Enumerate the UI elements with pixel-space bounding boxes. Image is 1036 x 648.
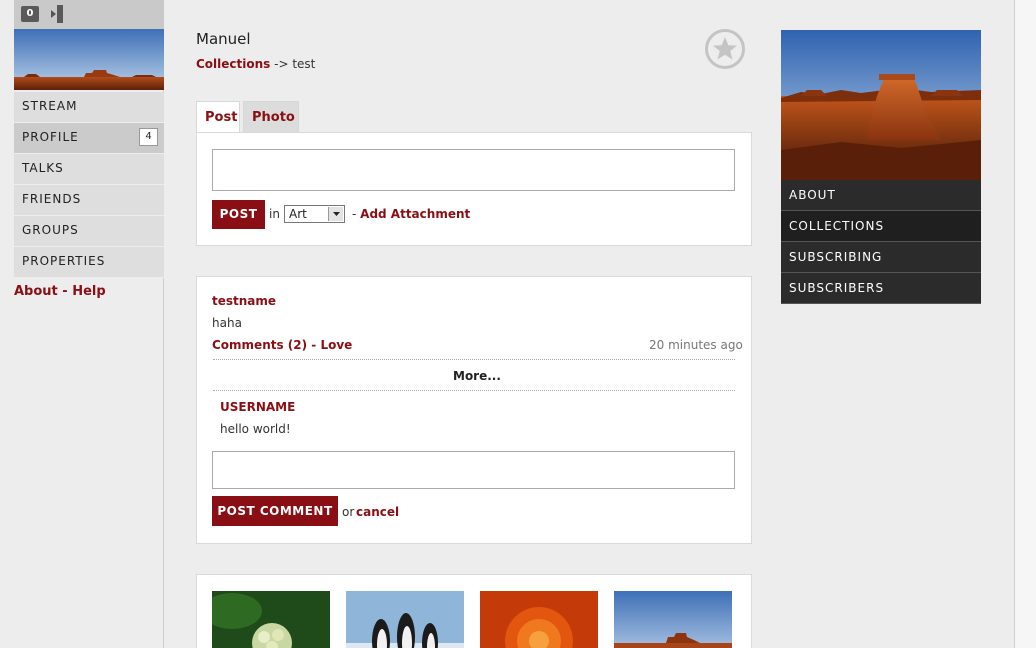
notification-count-badge[interactable]: 0 <box>21 6 39 22</box>
nav-item-label: GROUPS <box>22 223 79 237</box>
breadcrumb-arrow: -> <box>270 57 293 71</box>
breadcrumb: Collections -> test <box>196 57 315 71</box>
chevron-down-icon <box>328 207 343 221</box>
nav-item-friends[interactable]: FRIENDS <box>14 185 164 216</box>
gallery-thumbnail[interactable] <box>480 591 598 648</box>
top-status-bar: 0 <box>14 0 164 29</box>
category-selected-value: Art <box>289 207 307 221</box>
post-button[interactable]: POST <box>212 200 265 229</box>
compose-card: POST in Art - Add Attachment <box>196 132 752 246</box>
add-attachment-group: - Add Attachment <box>352 207 470 221</box>
nav-item-label: PROPERTIES <box>22 254 106 268</box>
nav-item-label: STREAM <box>22 99 78 113</box>
gallery-thumbnail[interactable] <box>614 591 732 648</box>
gallery-thumbnail[interactable] <box>346 591 464 648</box>
footer-links: About - Help <box>14 284 106 299</box>
nav-item-collections[interactable]: COLLECTIONS <box>781 211 981 242</box>
post-body: haha <box>212 316 242 330</box>
nav-item-about[interactable]: ABOUT <box>781 180 981 211</box>
left-sidebar: 0 STREAM PROFILE 4 TALKS FRIENDS GROUPS … <box>0 0 164 648</box>
profile-thumbnail[interactable] <box>14 29 164 90</box>
comments-link[interactable]: Comments (2) <box>212 338 307 352</box>
in-label: in <box>269 207 280 221</box>
chrysanthemum-image <box>480 591 598 648</box>
page-title: Manuel <box>196 30 251 48</box>
post-actions: Comments (2) - Love <box>212 338 352 352</box>
profile-count-badge: 4 <box>139 128 158 146</box>
nav-item-groups[interactable]: GROUPS <box>14 216 164 247</box>
about-link[interactable]: About <box>14 284 58 299</box>
nav-item-label: TALKS <box>22 161 64 175</box>
left-nav-menu: STREAM PROFILE 4 TALKS FRIENDS GROUPS PRO… <box>14 92 164 278</box>
tab-photo[interactable]: Photo <box>243 101 299 133</box>
photo-gallery-card <box>196 574 752 648</box>
collection-cover-image[interactable] <box>781 30 981 180</box>
add-attachment-link[interactable]: Add Attachment <box>360 207 470 221</box>
nav-item-subscribers[interactable]: SUBSCRIBERS <box>781 273 981 304</box>
post-timestamp: 20 minutes ago <box>649 338 743 352</box>
nav-item-properties[interactable]: PROPERTIES <box>14 247 164 278</box>
nav-item-label: PROFILE <box>22 130 79 144</box>
post-author-link[interactable]: testname <box>212 294 276 308</box>
comment-textarea[interactable] <box>212 451 735 489</box>
nav-item-label: FRIENDS <box>22 192 82 206</box>
breadcrumb-current: test <box>292 57 316 71</box>
tab-post[interactable]: Post <box>196 101 240 134</box>
hydrangea-image <box>212 591 330 648</box>
or-label: or <box>342 505 355 519</box>
help-link[interactable]: Help <box>72 284 105 299</box>
star-icon[interactable] <box>704 28 746 70</box>
desert-landscape-image <box>614 591 732 648</box>
nav-item-profile[interactable]: PROFILE 4 <box>14 123 164 154</box>
link-separator: - <box>57 284 73 299</box>
category-select[interactable]: Art <box>284 205 345 223</box>
expand-arrow-icon[interactable] <box>51 5 63 23</box>
comment-author-link[interactable]: USERNAME <box>220 400 295 414</box>
right-sidebar: ABOUT COLLECTIONS SUBSCRIBING SUBSCRIBER… <box>781 30 981 304</box>
desert-landscape-image <box>14 29 164 90</box>
right-edge-panel <box>1014 0 1036 648</box>
stream-post-card: testname haha Comments (2) - Love 20 min… <box>196 276 752 544</box>
love-link[interactable]: Love <box>320 338 352 352</box>
collection-nav-menu: ABOUT COLLECTIONS SUBSCRIBING SUBSCRIBER… <box>781 180 981 304</box>
more-comments-link[interactable]: More... <box>453 369 501 383</box>
actions-separator: - <box>307 338 321 352</box>
breadcrumb-collections-link[interactable]: Collections <box>196 57 270 71</box>
attach-prefix: - <box>352 207 361 221</box>
divider <box>213 359 735 360</box>
nav-item-subscribing[interactable]: SUBSCRIBING <box>781 242 981 273</box>
desert-landscape-image <box>781 30 981 180</box>
cancel-link[interactable]: cancel <box>356 505 399 519</box>
comment-text: hello world! <box>220 422 291 436</box>
post-textarea[interactable] <box>212 149 735 191</box>
divider <box>213 390 735 391</box>
post-comment-button[interactable]: POST COMMENT <box>212 496 338 526</box>
nav-item-stream[interactable]: STREAM <box>14 92 164 123</box>
penguins-image <box>346 591 464 648</box>
nav-item-talks[interactable]: TALKS <box>14 154 164 185</box>
gallery-thumbnail[interactable] <box>212 591 330 648</box>
